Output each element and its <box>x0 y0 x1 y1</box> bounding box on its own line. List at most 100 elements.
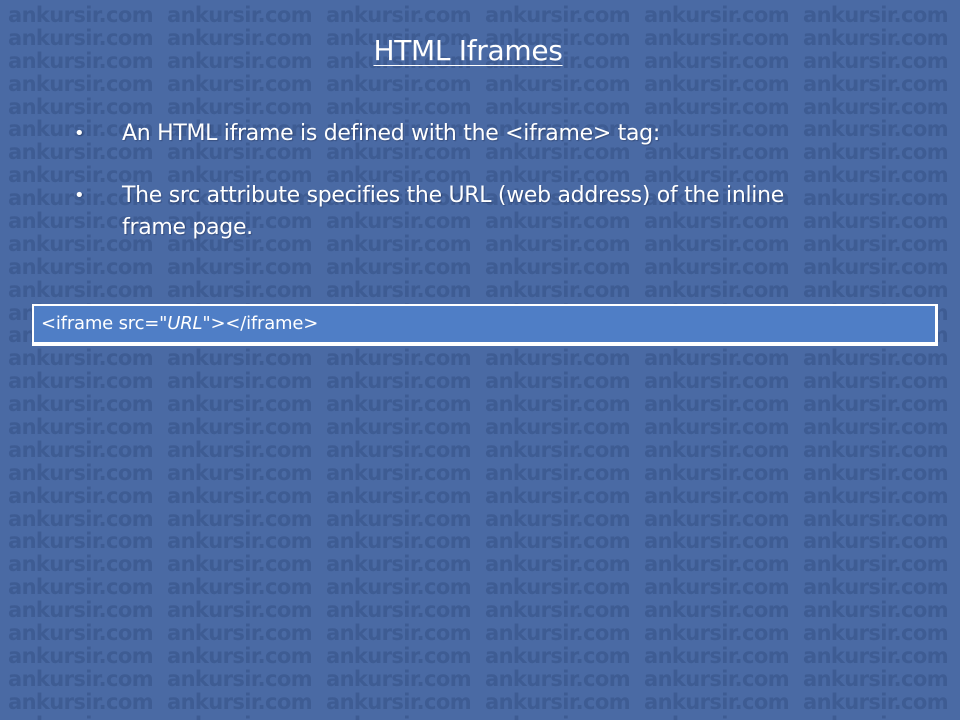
watermark-row: ankursir.com ankursir.com ankursir.com anku… <box>8 4 960 27</box>
watermark-text: ankursir.com <box>485 621 631 646</box>
watermark-text: ankursir.com <box>485 4 631 27</box>
watermark-text: ankursir.com <box>485 666 631 691</box>
watermark-text: ankursir.com <box>485 277 631 302</box>
watermark-text: ankursir.com <box>644 415 790 440</box>
watermark-text: ankursir.com <box>803 689 949 714</box>
watermark-text: ankursir.com <box>326 529 472 554</box>
watermark-text: ankursir.com <box>326 415 472 440</box>
watermark-text: ankursir.com <box>167 713 326 720</box>
watermark-text: ankursir.com <box>326 506 472 531</box>
watermark-text: ankursir.com <box>8 369 154 394</box>
bullet-dot-icon: • <box>74 185 85 206</box>
watermark-text: ankursir.com <box>485 460 631 485</box>
watermark-text: ankursir.com <box>326 643 472 668</box>
watermark-text: ankursir.com <box>803 346 949 371</box>
watermark-text: ankursir.com <box>167 415 313 440</box>
watermark-row: ankursir.com ankursir.com ankursir.com anku… <box>8 506 960 531</box>
watermark-text: ankursir.com <box>803 575 949 600</box>
watermark-text: ankursir.com <box>644 666 790 691</box>
watermark-text: ankursir.com <box>8 689 154 714</box>
watermark-text: ankursir.com <box>644 4 790 27</box>
watermark-text: ankursir.com <box>644 689 790 714</box>
watermark-text: ankursir.com <box>8 94 154 119</box>
watermark-text: ankursir.com <box>167 437 313 462</box>
watermark-text: ankursir.com <box>485 415 631 440</box>
watermark-text: ankursir.com <box>644 713 803 720</box>
watermark-row: ankursir.com ankursir.com ankursir.com anku… <box>8 71 960 96</box>
bullet-list: • An HTML iframe is defined with the <if… <box>74 118 854 274</box>
watermark-text: ankursir.com <box>803 483 949 508</box>
watermark-row: ankursir.com ankursir.com ankursir.com anku… <box>8 599 960 622</box>
watermark-row: ankursir.com ankursir.com ankursir.com anku… <box>8 622 960 645</box>
watermark-text: ankursir.com <box>803 94 949 119</box>
watermark-text: ankursir.com <box>326 71 472 96</box>
watermark-row: ankursir.com ankursir.com ankursir.com anku… <box>8 393 960 416</box>
code-example-box: <iframe src="URL"></iframe> <box>32 304 938 346</box>
code-suffix: "></iframe> <box>202 313 319 334</box>
watermark-text: ankursir.com <box>326 369 472 394</box>
watermark-text: ankursir.com <box>326 666 472 691</box>
watermark-text: ankursir.com <box>167 277 313 302</box>
watermark-text: ankursir.com <box>644 621 790 646</box>
watermark-text: ankursir.com <box>485 713 644 720</box>
watermark-pattern: ankursir.com ankursir.com ankursir.com anku… <box>8 4 960 720</box>
watermark-text: ankursir.com <box>326 94 472 119</box>
watermark-text: ankursir.com <box>644 506 790 531</box>
slide-title: HTML Iframes <box>373 34 563 67</box>
watermark-text: ankursir.com <box>167 71 313 96</box>
watermark-text: ankursir.com <box>8 575 154 600</box>
watermark-text: ankursir.com <box>326 689 472 714</box>
watermark-text: ankursir.com <box>803 666 949 691</box>
watermark-row: ankursir.com ankursir.com ankursir.com anku… <box>8 370 960 393</box>
watermark-text: ankursir.com <box>326 575 472 600</box>
watermark-text: ankursir.com <box>326 437 472 462</box>
code-example-text: <iframe src="URL"></iframe> <box>41 313 318 334</box>
code-prefix: <iframe src=" <box>41 313 168 334</box>
watermark-text: ankursir.com <box>644 483 790 508</box>
watermark-text: ankursir.com <box>326 713 485 720</box>
watermark-text: ankursir.com <box>803 460 949 485</box>
watermark-text: ankursir.com <box>167 575 313 600</box>
watermark-text: ankursir.com <box>803 392 949 417</box>
watermark-row: ankursir.com ankursir.com ankursir.com anku… <box>8 689 960 714</box>
watermark-text: ankursir.com <box>644 71 790 96</box>
watermark-text: ankursir.com <box>644 437 790 462</box>
watermark-text: ankursir.com <box>167 643 313 668</box>
watermark-text: ankursir.com <box>485 575 631 600</box>
watermark-row: ankursir.com ankursir.com ankursir.com anku… <box>8 416 960 439</box>
watermark-text: ankursir.com <box>8 71 154 96</box>
watermark-text: ankursir.com <box>8 643 154 668</box>
watermark-text: ankursir.com <box>326 621 472 646</box>
watermark-row: ankursir.com ankursir.com ankursir.com anku… <box>8 277 960 302</box>
watermark-text: ankursir.com <box>167 460 313 485</box>
watermark-text: ankursir.com <box>167 4 313 27</box>
watermark-text: ankursir.com <box>803 415 949 440</box>
watermark-text: ankursir.com <box>167 94 313 119</box>
watermark-text: ankursir.com <box>167 552 313 577</box>
watermark-text: ankursir.com <box>644 346 790 371</box>
watermark-text: ankursir.com <box>326 4 472 27</box>
watermark-text: ankursir.com <box>485 483 631 508</box>
watermark-text: ankursir.com <box>644 94 790 119</box>
watermark-text: ankursir.com <box>326 598 472 623</box>
watermark-text: ankursir.com <box>485 529 631 554</box>
watermark-text: ankursir.com <box>485 506 631 531</box>
watermark-text: ankursir.com <box>485 643 631 668</box>
watermark-text: ankursir.com <box>485 346 631 371</box>
code-url-placeholder: URL <box>167 313 203 334</box>
watermark-text: ankursir.com <box>8 346 154 371</box>
watermark-text: ankursir.com <box>326 346 472 371</box>
watermark-text: ankursir.com <box>167 689 313 714</box>
watermark-text: ankursir.com <box>803 643 949 668</box>
watermark-text: ankursir.com <box>485 392 631 417</box>
watermark-text: ankursir.com <box>644 552 790 577</box>
watermark-text: ankursir.com <box>8 4 154 27</box>
watermark-row: ankursir.com ankursir.com ankursir.com anku… <box>8 94 960 119</box>
bullet-text: An HTML iframe is defined with the <ifra… <box>122 121 660 146</box>
bullet-text: The src attribute specifies the URL (web… <box>122 183 784 240</box>
watermark-row: ankursir.com ankursir.com ankursir.com anku… <box>8 439 960 462</box>
watermark-row: ankursir.com ankursir.com ankursir.com anku… <box>8 645 960 668</box>
watermark-text: ankursir.com <box>167 392 313 417</box>
watermark-text: ankursir.com <box>167 369 313 394</box>
slide: ankursir.com ankursir.com ankursir.com anku… <box>0 0 960 720</box>
